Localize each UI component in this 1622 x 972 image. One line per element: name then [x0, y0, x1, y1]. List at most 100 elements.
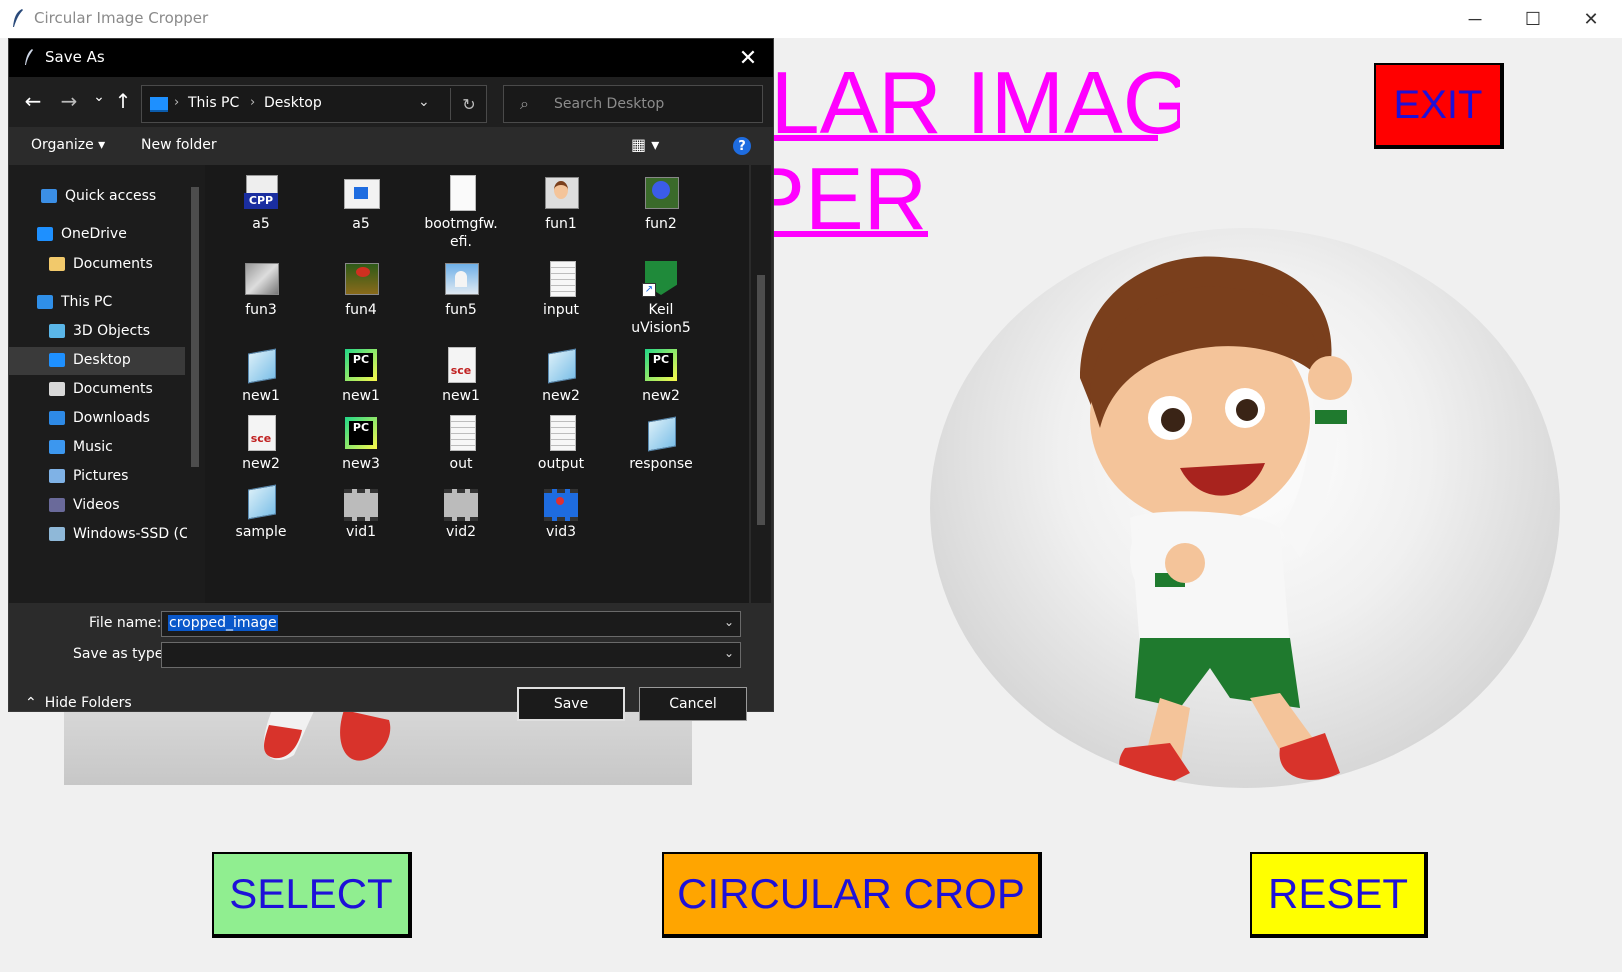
- file-name: a5: [352, 216, 370, 232]
- nav-item[interactable]: Videos: [49, 492, 120, 518]
- chevron-down-icon[interactable]: ⌄: [724, 646, 734, 660]
- select-button[interactable]: SELECT: [212, 852, 412, 938]
- file-item[interactable]: fun4: [311, 261, 411, 319]
- file-name: new2: [242, 456, 280, 472]
- file-name: new1: [242, 388, 280, 404]
- dialog-close-button[interactable]: ✕: [733, 43, 763, 73]
- breadcrumb-this-pc[interactable]: This PC: [188, 95, 239, 111]
- file-item[interactable]: CPP a5: [211, 175, 311, 233]
- file-item[interactable]: sample: [211, 483, 311, 541]
- chevron-down-icon[interactable]: ⌄: [418, 94, 430, 110]
- file-item[interactable]: input: [511, 261, 611, 319]
- refresh-icon[interactable]: ↻: [450, 88, 487, 120]
- file-item[interactable]: PC new3: [311, 415, 411, 473]
- file-name: input: [542, 302, 579, 318]
- file-item[interactable]: PC new1: [311, 347, 411, 405]
- view-options-icon[interactable]: ▦ ▾: [631, 135, 675, 157]
- hide-folders-label: Hide Folders: [44, 695, 132, 711]
- file-name: fun5: [445, 302, 477, 318]
- cancel-button[interactable]: Cancel: [639, 687, 747, 721]
- file-item[interactable]: out: [411, 415, 511, 473]
- navigation-pane: Quick access OneDrive Documents This PC 3D O…: [9, 165, 205, 603]
- file-item[interactable]: fun2: [611, 175, 711, 233]
- recent-locations-icon[interactable]: ⌄: [87, 83, 111, 111]
- pictures-icon: [49, 469, 65, 483]
- file-item[interactable]: vid1: [311, 483, 411, 541]
- breadcrumb-desktop[interactable]: Desktop: [264, 95, 322, 111]
- nav-item[interactable]: 3D Objects: [49, 318, 150, 344]
- nav-item-label: Music: [73, 439, 113, 455]
- save-as-dialog: Save As ✕ ← → ⌄ ↑ › This PC › Desktop ⌄ …: [8, 38, 774, 721]
- file-name-field[interactable]: cropped_image ⌄: [161, 611, 741, 637]
- app-titlebar: Circular Image Cropper ─ ☐ ✕: [0, 0, 1622, 38]
- dialog-title: Save As: [45, 48, 105, 66]
- maximize-button[interactable]: ☐: [1504, 0, 1562, 38]
- file-item[interactable]: sce new1: [411, 347, 511, 405]
- nav-item[interactable]: Windows-SSD (C: [49, 521, 189, 547]
- sce-file-icon: sce: [242, 415, 280, 451]
- file-item[interactable]: new1: [211, 347, 311, 405]
- nav-item-label: Documents: [73, 256, 153, 272]
- nav-item[interactable]: Quick access: [41, 183, 156, 209]
- file-list-scrollbar[interactable]: [751, 165, 771, 603]
- file-name: sample: [235, 524, 287, 540]
- nav-item[interactable]: Desktop: [49, 347, 131, 373]
- minimize-button[interactable]: ─: [1446, 0, 1504, 38]
- up-arrow-icon[interactable]: ↑: [111, 87, 135, 115]
- back-arrow-icon[interactable]: ←: [21, 87, 45, 115]
- file-item[interactable]: sce new2: [211, 415, 311, 473]
- file-name: fun2: [645, 216, 677, 232]
- image-file-icon: [642, 175, 680, 211]
- file-item[interactable]: fun1: [511, 175, 611, 233]
- organize-menu[interactable]: Organize ▾: [31, 137, 105, 153]
- nav-item[interactable]: OneDrive: [37, 221, 127, 247]
- chevron-down-icon[interactable]: ⌄: [724, 615, 734, 629]
- nav-item[interactable]: Music: [49, 434, 113, 460]
- save-button[interactable]: Save: [517, 687, 625, 721]
- nav-scrollbar[interactable]: [187, 165, 203, 603]
- nav-item[interactable]: Downloads: [49, 405, 150, 431]
- notepad-file-icon: [542, 347, 580, 384]
- video-icon: [49, 498, 65, 512]
- cpp-file-icon: CPP: [242, 175, 280, 211]
- file-name: new1: [442, 388, 480, 404]
- new-folder-button[interactable]: New folder: [141, 137, 217, 153]
- forward-arrow-icon[interactable]: →: [57, 87, 81, 115]
- help-icon[interactable]: ?: [733, 137, 751, 155]
- circular-crop-button[interactable]: CIRCULAR CROP: [662, 852, 1042, 938]
- address-bar[interactable]: › This PC › Desktop ⌄ ↻: [141, 85, 487, 123]
- nav-item[interactable]: This PC: [37, 289, 112, 315]
- reset-button[interactable]: RESET: [1250, 852, 1428, 938]
- file-name-value[interactable]: cropped_image: [168, 615, 278, 631]
- file-item[interactable]: vid3: [511, 483, 611, 541]
- nav-item[interactable]: Pictures: [49, 463, 128, 489]
- file-item[interactable]: vid2: [411, 483, 511, 541]
- file-item[interactable]: PC new2: [611, 347, 711, 405]
- hide-folders-toggle[interactable]: ⌃ Hide Folders: [25, 695, 132, 711]
- file-item[interactable]: ↗ Keil uVision5: [611, 261, 711, 337]
- file-item[interactable]: response: [611, 415, 711, 473]
- file-name: Keil uVision5: [631, 302, 691, 336]
- notepad-file-icon: [242, 483, 280, 520]
- close-window-button[interactable]: ✕: [1562, 0, 1620, 38]
- search-input[interactable]: ⌕ Search Desktop: [503, 85, 763, 123]
- file-name: fun1: [545, 216, 577, 232]
- file-item[interactable]: fun3: [211, 261, 311, 319]
- nav-item-label: Videos: [73, 497, 120, 513]
- nav-item[interactable]: Documents: [49, 251, 153, 277]
- nav-item[interactable]: Documents: [49, 376, 153, 402]
- keil-shortcut-icon: ↗: [642, 261, 680, 297]
- file-item[interactable]: a5: [311, 175, 411, 233]
- save-type-select[interactable]: ⌄: [161, 642, 741, 668]
- file-name: bootmgfw. efi.: [424, 216, 498, 250]
- file-item[interactable]: new2: [511, 347, 611, 405]
- app-heading: CIRCULAR IMAGE CROPPER: [740, 55, 1180, 255]
- file-item[interactable]: output: [511, 415, 611, 473]
- nav-item-label: 3D Objects: [73, 323, 151, 339]
- nav-item-label: This PC: [61, 294, 113, 310]
- file-item[interactable]: fun5: [411, 261, 511, 319]
- file-item[interactable]: bootmgfw. efi.: [411, 175, 511, 251]
- exit-button[interactable]: EXIT: [1374, 63, 1504, 149]
- dialog-bottom-panel: File name: cropped_image ⌄ Save as type:…: [9, 603, 773, 721]
- file-name: new3: [342, 456, 380, 472]
